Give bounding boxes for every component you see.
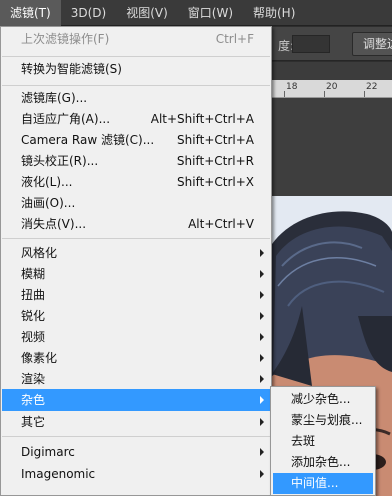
- menu-item-camera-raw[interactable]: Camera Raw 滤镜(C)... Shift+Ctrl+A: [2, 129, 270, 151]
- menu-item-label: 像素化: [21, 351, 58, 365]
- menu-item-label: 其它: [21, 415, 46, 429]
- menu-item-lens-correction[interactable]: 镜头校正(R)... Shift+Ctrl+R: [2, 150, 270, 172]
- menu-item-label: Digimarc: [21, 445, 75, 459]
- submenu-item-label: 蒙尘与划痕...: [291, 413, 363, 427]
- menu-item-label: 锐化: [21, 309, 46, 323]
- menu-item-shortcut: Shift+Ctrl+R: [176, 154, 254, 168]
- ruler-tick-mark: [284, 91, 285, 97]
- submenu-item-median[interactable]: 中间值...: [273, 473, 373, 494]
- menu-item-label: 扭曲: [21, 288, 46, 302]
- menu-item-other[interactable]: 其它: [2, 411, 270, 433]
- submenu-arrow-icon: [260, 396, 264, 404]
- menu-item-vanishing-point[interactable]: 消失点(V)... Alt+Ctrl+V: [2, 213, 270, 235]
- menu-item-video[interactable]: 视频: [2, 326, 270, 348]
- ruler-tick-mark: [364, 91, 365, 97]
- menu-item-label: 杂色: [21, 393, 46, 407]
- menu-item-label: 视频: [21, 330, 46, 344]
- ruler-tick-label: 18: [286, 82, 298, 92]
- menu-item-render[interactable]: 渲染: [2, 368, 270, 390]
- menu-item-distort[interactable]: 扭曲: [2, 284, 270, 306]
- submenu-item-reduce-noise[interactable]: 减少杂色...: [273, 389, 373, 410]
- submenu-arrow-icon: [260, 249, 264, 257]
- menu-item-blur[interactable]: 模糊: [2, 263, 270, 285]
- submenu-arrow-icon: [260, 375, 264, 383]
- submenu-item-label: 中间值...: [291, 476, 339, 490]
- submenu-item-label: 减少杂色...: [291, 392, 351, 406]
- menu-item-label: 上次滤镜操作(F): [21, 32, 110, 46]
- menu-separator: [2, 436, 270, 437]
- menu-item-sharpen[interactable]: 锐化: [2, 305, 270, 327]
- menu-separator: [2, 85, 270, 86]
- menu-item-shortcut: Shift+Ctrl+X: [177, 175, 254, 189]
- submenu-arrow-icon: [260, 448, 264, 456]
- menu-filter[interactable]: 滤镜(T): [0, 0, 61, 26]
- menu-view[interactable]: 视图(V): [116, 0, 178, 26]
- submenu-arrow-icon: [260, 418, 264, 426]
- menu-item-label: 液化(L)...: [21, 175, 73, 189]
- menu-separator: [2, 238, 270, 239]
- menu-item-imagenomic[interactable]: Imagenomic: [2, 463, 270, 485]
- menu-item-pixelate[interactable]: 像素化: [2, 347, 270, 369]
- menu-item-oil-paint[interactable]: 油画(O)...: [2, 192, 270, 214]
- submenu-arrow-icon: [260, 470, 264, 478]
- menu-item-liquify[interactable]: 液化(L)... Shift+Ctrl+X: [2, 171, 270, 193]
- submenu-arrow-icon: [260, 270, 264, 278]
- submenu-arrow-icon: [260, 354, 264, 362]
- feather-input[interactable]: [292, 35, 330, 53]
- submenu-item-dust-scratches[interactable]: 蒙尘与划痕...: [273, 410, 373, 431]
- menu-item-adaptive-wide-angle[interactable]: 自适应广角(A)... Alt+Shift+Ctrl+A: [2, 108, 270, 130]
- menu-3d[interactable]: 3D(D): [61, 0, 116, 26]
- ruler-tick-mark: [324, 91, 325, 97]
- menu-item-label: 滤镜库(G)...: [21, 91, 88, 105]
- menu-item-stylize[interactable]: 风格化: [2, 242, 270, 264]
- ruler-tick-label: 22: [366, 82, 378, 92]
- menu-item-shortcut: Alt+Ctrl+V: [188, 217, 254, 231]
- menu-item-filter-gallery[interactable]: 滤镜库(G)...: [2, 87, 270, 109]
- submenu-arrow-icon: [260, 312, 264, 320]
- menu-item-label: 自适应广角(A)...: [21, 112, 111, 126]
- menu-help[interactable]: 帮助(H): [243, 0, 305, 26]
- submenu-arrow-icon: [260, 333, 264, 341]
- menu-item-label: 消失点(V)...: [21, 217, 87, 231]
- menu-item-convert-smart-filter[interactable]: 转换为智能滤镜(S): [2, 58, 270, 80]
- menu-item-shortcut: Shift+Ctrl+A: [177, 133, 254, 147]
- menu-item-shortcut: Alt+Shift+Ctrl+A: [150, 112, 254, 126]
- menu-item-label: 油画(O)...: [21, 196, 76, 210]
- submenu-item-add-noise[interactable]: 添加杂色...: [273, 452, 373, 473]
- refine-edge-button[interactable]: 调整边: [352, 32, 392, 56]
- canvas-pasteboard: [272, 98, 392, 198]
- submenu-item-despeckle[interactable]: 去斑: [273, 431, 373, 452]
- submenu-arrow-icon: [260, 291, 264, 299]
- menu-item-digimarc[interactable]: Digimarc: [2, 441, 270, 463]
- photoshop-window: 滤镜(T) 3D(D) 视图(V) 窗口(W) 帮助(H) 度: 调整边 18 …: [0, 0, 392, 496]
- noise-submenu: 减少杂色... 蒙尘与划痕... 去斑 添加杂色... 中间值...: [270, 386, 376, 496]
- horizontal-ruler: 18 20 22: [272, 80, 392, 98]
- menu-item-label: 镜头校正(R)...: [21, 154, 99, 168]
- menu-item-label: 模糊: [21, 267, 46, 281]
- menu-window[interactable]: 窗口(W): [178, 0, 243, 26]
- menu-item-label: 转换为智能滤镜(S): [21, 62, 122, 76]
- menu-item-label: 渲染: [21, 372, 46, 386]
- ruler-tick-label: 20: [326, 82, 338, 92]
- menu-item-label: Camera Raw 滤镜(C)...: [21, 133, 155, 147]
- menu-item-noise[interactable]: 杂色: [2, 389, 270, 411]
- menu-item-shortcut: Ctrl+F: [215, 32, 254, 46]
- menu-bar: 滤镜(T) 3D(D) 视图(V) 窗口(W) 帮助(H): [0, 0, 392, 26]
- menu-item-label: 风格化: [21, 246, 58, 260]
- menu-item-label: Imagenomic: [21, 467, 96, 481]
- filter-menu: 上次滤镜操作(F) Ctrl+F 转换为智能滤镜(S) 滤镜库(G)... 自适…: [0, 26, 272, 496]
- menu-separator: [2, 56, 270, 57]
- menu-item-last-filter: 上次滤镜操作(F) Ctrl+F: [2, 28, 270, 50]
- submenu-item-label: 去斑: [291, 434, 316, 448]
- submenu-item-label: 添加杂色...: [291, 455, 351, 469]
